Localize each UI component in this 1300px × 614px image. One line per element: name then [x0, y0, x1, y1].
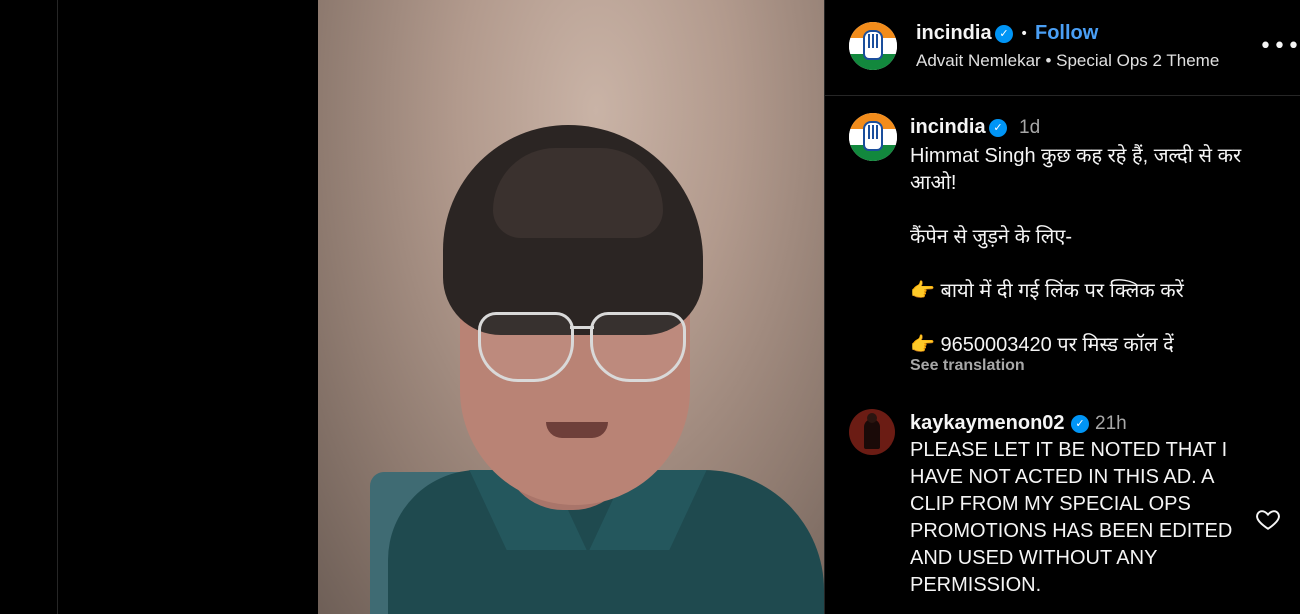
video-person-mouth [546, 422, 608, 438]
caption-line-4: 👉 9650003420 पर मिस्ड कॉल दें [910, 334, 1174, 356]
congress-hand-icon [863, 121, 883, 151]
more-options-icon[interactable]: ••• [1259, 34, 1300, 59]
glasses-lens-left [478, 312, 574, 382]
left-margin [0, 0, 318, 614]
audio-info[interactable]: Advait Nemlekar • Special Ops 2 Theme [916, 51, 1219, 71]
audio-artist: Advait Nemlekar [916, 51, 1041, 70]
audio-separator: • [1045, 51, 1052, 70]
verified-badge-icon: ✓ [1071, 415, 1089, 433]
post-header: incindia ✓ • Follow Advait Nemlekar • Sp… [825, 0, 1300, 96]
caption-line-2: कैंपेन से जुड़ने के लिए- [910, 226, 1073, 248]
caption-text: Himmat Singh कुछ कह रहे हैं, जल्दी से कर… [910, 143, 1285, 359]
header-separator: • [1020, 26, 1029, 42]
caption-line-3: 👉 बायो में दी गई लिंक पर क्लिक करें [910, 280, 1184, 302]
left-divider [57, 0, 58, 614]
video-person-hair-highlight [493, 148, 663, 238]
verified-badge-icon: ✓ [995, 25, 1013, 43]
see-translation-link[interactable]: See translation [910, 357, 1025, 375]
comment-text: PLEASE LET IT BE NOTED THAT I HAVE NOT A… [910, 439, 1233, 596]
caption-line-1: Himmat Singh कुछ कह रहे हैं, जल्दी से कर… [910, 145, 1242, 194]
glasses-lens-right [590, 312, 686, 382]
reel-video[interactable] [318, 0, 824, 614]
comment-time[interactable]: 21h [1095, 413, 1127, 435]
kaykaymenon-avatar[interactable] [849, 409, 895, 455]
congress-hand-icon [863, 30, 883, 60]
like-comment-heart-icon[interactable] [1255, 506, 1281, 532]
post-side-panel: incindia ✓ • Follow Advait Nemlekar • Sp… [824, 0, 1300, 614]
caption-avatar[interactable] [849, 113, 897, 161]
audio-track: Special Ops 2 Theme [1056, 51, 1220, 70]
comment-username[interactable]: kaykaymenon02 [910, 412, 1065, 435]
follow-button[interactable]: Follow [1035, 22, 1098, 45]
verified-badge-icon: ✓ [989, 119, 1007, 137]
header-username[interactable]: incindia [916, 22, 992, 45]
incindia-avatar[interactable] [849, 22, 897, 70]
caption-username[interactable]: incindia [910, 116, 986, 139]
caption-time[interactable]: 1d [1019, 117, 1040, 139]
video-person-glasses [478, 312, 690, 384]
